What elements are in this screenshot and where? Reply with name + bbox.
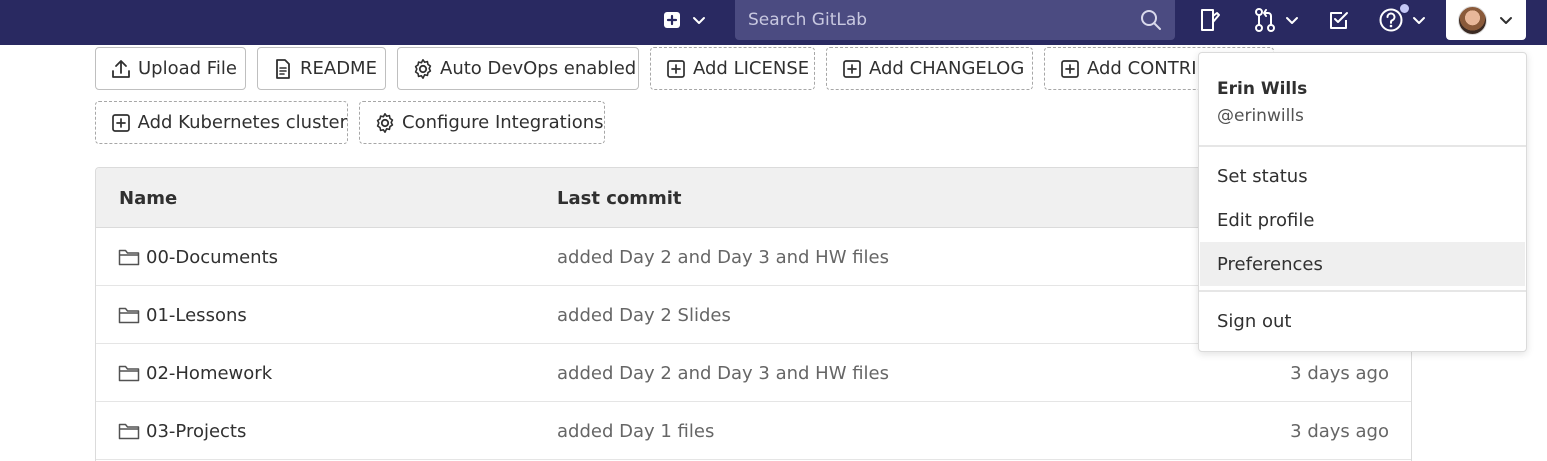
column-header-name: Name: [119, 188, 178, 209]
commit-time: 3 days ago: [1290, 363, 1389, 384]
top-navbar: [0, 0, 1547, 45]
set-status-menu-item[interactable]: Set status: [1200, 154, 1525, 198]
merge-request-icon: [1253, 7, 1277, 33]
chevron-down-icon: [1285, 13, 1299, 27]
chevron-down-icon: [1412, 13, 1426, 27]
menu-divider: [1199, 145, 1526, 147]
todos-button[interactable]: [1327, 0, 1351, 40]
document-icon: [272, 58, 294, 80]
folder-name-link[interactable]: 02-Homework: [146, 363, 272, 384]
issues-button[interactable]: [1197, 0, 1223, 40]
add-kubernetes-cluster-label: Add Kubernetes cluster: [137, 112, 347, 133]
folder-icon: [118, 363, 140, 387]
avatar: [1458, 5, 1487, 35]
column-header-last-commit: Last commit: [557, 188, 682, 209]
upload-file-button[interactable]: Upload File: [95, 47, 246, 90]
chevron-down-icon: [1499, 13, 1513, 27]
folder-icon: [118, 421, 140, 445]
table-row[interactable]: 03-Projects added Day 1 files 3 days ago: [96, 402, 1411, 460]
table-row[interactable]: 02-Homework added Day 2 and Day 3 and HW…: [96, 344, 1411, 402]
readme-button[interactable]: README: [257, 47, 386, 90]
auto-devops-label: Auto DevOps enabled: [440, 58, 637, 79]
plus-square-icon: [665, 58, 687, 80]
search-icon[interactable]: [1139, 8, 1163, 36]
folder-icon: [118, 305, 140, 329]
folder-name-link[interactable]: 01-Lessons: [146, 305, 247, 326]
gear-icon: [412, 58, 434, 80]
folder-name-link[interactable]: 00-Documents: [146, 247, 278, 268]
readme-label: README: [300, 58, 377, 79]
chevron-down-icon: [692, 13, 706, 27]
upload-file-label: Upload File: [138, 58, 237, 79]
preferences-menu-item[interactable]: Preferences: [1200, 242, 1525, 286]
user-menu-toggle[interactable]: [1446, 0, 1526, 40]
commit-message-link[interactable]: added Day 1 files: [557, 421, 714, 442]
sign-out-menu-item[interactable]: Sign out: [1200, 299, 1525, 343]
add-kubernetes-cluster-button[interactable]: Add Kubernetes cluster: [95, 101, 348, 144]
user-handle: @erinwills: [1217, 106, 1304, 126]
todo-checkbox-icon: [1327, 8, 1351, 32]
plus-square-icon: [110, 112, 132, 134]
folder-icon: [118, 247, 140, 271]
new-item-dropdown[interactable]: [662, 0, 706, 40]
add-license-button[interactable]: Add LICENSE: [650, 47, 815, 90]
folder-name-link[interactable]: 03-Projects: [146, 421, 246, 442]
notification-dot: [1399, 3, 1410, 14]
issues-icon: [1197, 7, 1223, 33]
configure-integrations-button[interactable]: Configure Integrations: [359, 101, 605, 144]
merge-requests-button[interactable]: [1253, 0, 1299, 40]
commit-message-link[interactable]: added Day 2 Slides: [557, 305, 731, 326]
commit-time: 3 days ago: [1290, 421, 1389, 442]
add-changelog-button[interactable]: Add CHANGELOG: [826, 47, 1033, 90]
add-changelog-label: Add CHANGELOG: [869, 58, 1025, 79]
search-box[interactable]: [735, 0, 1175, 40]
plus-square-icon: [1059, 58, 1081, 80]
edit-profile-menu-item[interactable]: Edit profile: [1200, 198, 1525, 242]
add-license-label: Add LICENSE: [693, 58, 810, 79]
search-input[interactable]: [735, 0, 1135, 40]
gear-icon: [374, 112, 396, 134]
commit-message-link[interactable]: added Day 2 and Day 3 and HW files: [557, 363, 889, 384]
plus-square-icon: [662, 10, 682, 30]
plus-square-icon: [841, 58, 863, 80]
commit-message-link[interactable]: added Day 2 and Day 3 and HW files: [557, 247, 889, 268]
auto-devops-button[interactable]: Auto DevOps enabled: [397, 47, 639, 90]
menu-divider: [1199, 290, 1526, 292]
user-dropdown-menu: Erin Wills @erinwills Set status Edit pr…: [1198, 52, 1527, 352]
configure-integrations-label: Configure Integrations: [402, 112, 604, 133]
user-display-name: Erin Wills: [1217, 79, 1308, 99]
upload-icon: [110, 58, 132, 80]
